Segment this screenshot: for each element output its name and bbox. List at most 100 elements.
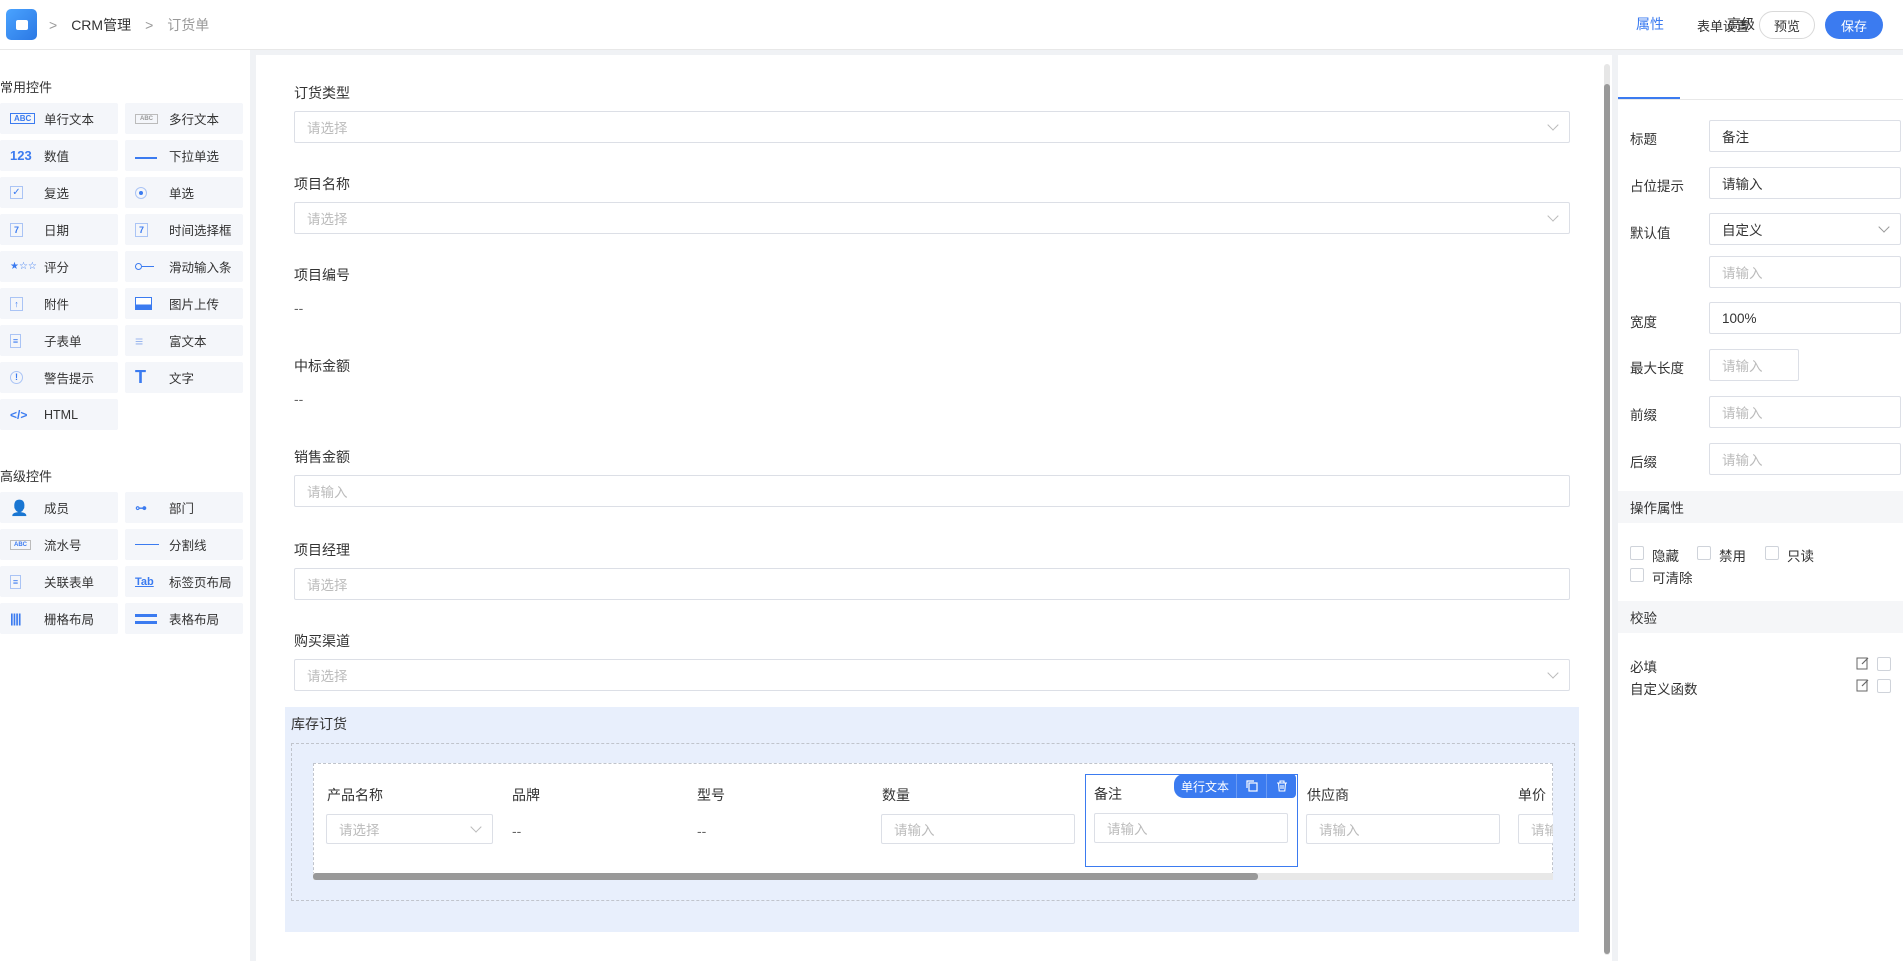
section-validation: 校验 [1618,601,1903,633]
edit-icon[interactable] [1856,678,1870,692]
chevron-down-icon [1878,221,1890,233]
field-project-name-select[interactable]: 请选择 [294,202,1570,234]
ctrl-subform[interactable]: ≡ 子表单 [0,325,118,356]
preview-button[interactable]: 预览 [1758,11,1815,39]
ctrl-image-upload[interactable]: 图片上传 [125,288,243,319]
store-icon [15,19,28,30]
ctrl-text[interactable]: T 文字 [125,362,243,393]
prop-label-maxlen: 最大长度 [1630,361,1684,376]
star-icon: ★☆☆ [10,261,37,272]
code-icon: </> [10,407,28,422]
ctrl-richtext[interactable]: ≡ 富文本 [125,325,243,356]
prop-placeholder-input[interactable]: 请输入 [1709,167,1901,199]
ctrl-alert[interactable]: ! 警告提示 [0,362,118,393]
copy-icon [1245,780,1258,792]
chevron-down-icon [1547,667,1559,679]
selected-toolbar: 单行文本 [1174,774,1297,798]
time-calendar-icon: 7 [135,222,165,237]
field-project-manager-select[interactable]: 请选择 [294,568,1570,600]
checkbox-disabled-label: 禁用 [1719,549,1746,564]
app-logo[interactable] [6,9,37,40]
ctrl-divider[interactable]: 分割线 [125,529,243,560]
prop-label-width: 宽度 [1630,315,1657,330]
checkbox-disabled[interactable] [1697,546,1711,560]
col-product-select[interactable]: 请选择 [326,814,493,844]
checkbox-hidden[interactable] [1630,546,1644,560]
col-label-remark: 备注 [1094,786,1122,802]
col-label-model: 型号 [697,787,725,803]
tab-advanced[interactable]: 高级 [1727,14,1755,34]
prop-title-input[interactable]: 备注 [1709,120,1901,152]
ctrl-tab-layout[interactable]: Tab 标签页布局 [125,566,243,597]
prop-maxlen-input[interactable]: 请输入 [1709,349,1799,381]
breadcrumb-order: 订货单 [167,16,210,33]
col-quantity-input[interactable]: 请输入 [881,814,1075,844]
divider-icon [135,544,165,545]
user-icon: 👤 [10,499,29,517]
col-brand-value: -- [512,823,522,839]
ctrl-html[interactable]: </> HTML [0,399,118,430]
ctrl-attachment[interactable]: ↑ 附件 [0,288,118,319]
field-order-type-select[interactable]: 请选择 [294,111,1570,143]
prop-label-title: 标题 [1630,132,1657,147]
prop-prefix-input[interactable]: 请输入 [1709,396,1901,428]
col-supplier-input[interactable]: 请输入 [1306,814,1500,844]
checkbox-icon: ✓ [10,186,40,199]
ctrl-table-layout[interactable]: 表格布局 [125,603,243,634]
field-label-project-no: 项目编号 [294,267,350,283]
ctrl-date[interactable]: 7 日期 [0,214,118,245]
edit-icon[interactable] [1856,656,1870,670]
prop-default-select[interactable]: 自定义 [1709,213,1901,245]
ctrl-radio[interactable]: 单选 [125,177,243,208]
ctrl-checkbox[interactable]: ✓ 复选 [0,177,118,208]
ctrl-rating[interactable]: ★☆☆ 评分 [0,251,118,282]
canvas-scrollbar[interactable] [1604,64,1610,955]
prop-label-default: 默认值 [1630,226,1671,241]
copy-button[interactable] [1236,774,1267,798]
prop-label-prefix: 前缀 [1630,408,1657,423]
field-project-no-value: -- [294,300,304,316]
col-remark-input[interactable]: 请输入 [1094,813,1288,843]
ctrl-slider[interactable]: 滑动输入条 [125,251,243,282]
field-bid-amount-value: -- [294,391,304,407]
section-operation: 操作属性 [1618,491,1903,523]
ctrl-department[interactable]: ⊶ 部门 [125,492,243,523]
table-icon [135,613,165,624]
checkbox-clearable-label: 可清除 [1652,571,1693,586]
field-label-channel: 购买渠道 [294,633,350,649]
tab-properties[interactable]: 属性 [1636,14,1664,34]
ctrl-multi-text[interactable]: ABC 多行文本 [125,103,243,134]
prop-suffix-input[interactable]: 请输入 [1709,443,1901,475]
dropdown-icon [135,153,165,159]
subtable-scrollbar[interactable] [313,873,1553,880]
subtable-scroll-thumb[interactable] [313,873,1258,880]
col-price-input[interactable]: 请输 [1518,814,1553,844]
col-label-brand: 品牌 [512,787,540,803]
slider-icon [135,263,165,270]
ctrl-serial[interactable]: ABC 流水号 [0,529,118,560]
breadcrumb-crm[interactable]: CRM管理 [71,15,131,35]
col-label-quantity: 数量 [882,787,910,803]
ctrl-member[interactable]: 👤 成员 [0,492,118,523]
selected-type-tag: 单行文本 [1174,774,1237,798]
ctrl-single-text[interactable]: ABC 单行文本 [0,103,118,134]
ctrl-grid-layout[interactable]: |||| 栅格布局 [0,603,118,634]
ctrl-time[interactable]: 7 时间选择框 [125,214,243,245]
checkbox-readonly[interactable] [1765,546,1779,560]
delete-button[interactable] [1266,774,1297,798]
ctrl-link-form[interactable]: ≡ 关联表单 [0,566,118,597]
checkbox-required[interactable] [1877,657,1891,671]
scrollbar-thumb[interactable] [1604,84,1610,954]
ctrl-dropdown[interactable]: 下拉单选 [125,140,243,171]
prop-default-input[interactable]: 请输入 [1709,256,1901,288]
checkbox-clearable[interactable] [1630,568,1644,582]
ctrl-number[interactable]: 123 数值 [0,140,118,171]
top-header: > CRM管理 > 订货单 表单设置 预览 保存 [0,0,1903,50]
checkbox-custom-func[interactable] [1877,679,1891,693]
field-label-project-manager: 项目经理 [294,542,350,558]
save-button[interactable]: 保存 [1824,11,1883,39]
field-sales-amount-input[interactable]: 请输入 [294,475,1570,507]
prop-width-input[interactable]: 100% [1709,302,1901,334]
field-channel-select[interactable]: 请选择 [294,659,1570,691]
grid-icon: |||| [10,611,22,626]
